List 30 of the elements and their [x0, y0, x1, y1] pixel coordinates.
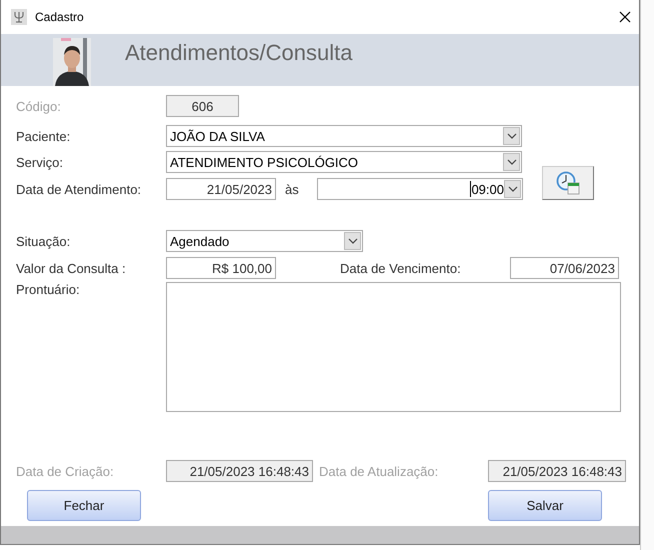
- field-label: Prontuário:: [16, 282, 81, 299]
- price-field[interactable]: R$ 100,00: [166, 257, 276, 279]
- time-dropdown[interactable]: 09:00: [317, 178, 523, 200]
- form-button[interactable]: Fechar: [27, 490, 141, 521]
- field-label: Data de Atendimento:: [16, 182, 142, 196]
- field-label: Paciente:: [16, 128, 72, 144]
- app-icon: [11, 9, 27, 25]
- clock-calendar-icon: [556, 171, 580, 195]
- separator-label: às: [285, 182, 300, 196]
- chevron-down-icon: [348, 238, 358, 244]
- date-field[interactable]: 21/05/2023: [166, 178, 276, 200]
- status-dropdown[interactable]: Agendado: [166, 230, 363, 252]
- field-label: Valor da Consulta :: [16, 260, 127, 276]
- service-dropdown[interactable]: ATENDIMENTO PSICOLÓGICO: [166, 151, 522, 173]
- chevron-down-icon: [506, 159, 516, 165]
- due-date-field[interactable]: 07/06/2023: [510, 257, 619, 279]
- chevron-down-icon: [506, 133, 516, 139]
- field-label: Situação:: [16, 234, 72, 248]
- field-label: Data de Vencimento:: [340, 260, 462, 276]
- field-label: Serviço:: [16, 154, 64, 170]
- form-title: Atendimentos/Consulta: [125, 40, 352, 66]
- form-button[interactable]: Salvar: [488, 490, 602, 521]
- field-label: Data de Atualização:: [319, 464, 440, 478]
- field-label: Data de Criação:: [16, 464, 115, 478]
- chevron-down-icon: [508, 186, 518, 192]
- patient-dropdown[interactable]: JOÃO DA SILVA: [166, 125, 522, 147]
- field-label: Código:: [16, 98, 62, 114]
- close-icon[interactable]: [619, 11, 631, 23]
- window-title: Cadastro: [35, 10, 85, 24]
- calendar-clock-button[interactable]: [542, 166, 594, 200]
